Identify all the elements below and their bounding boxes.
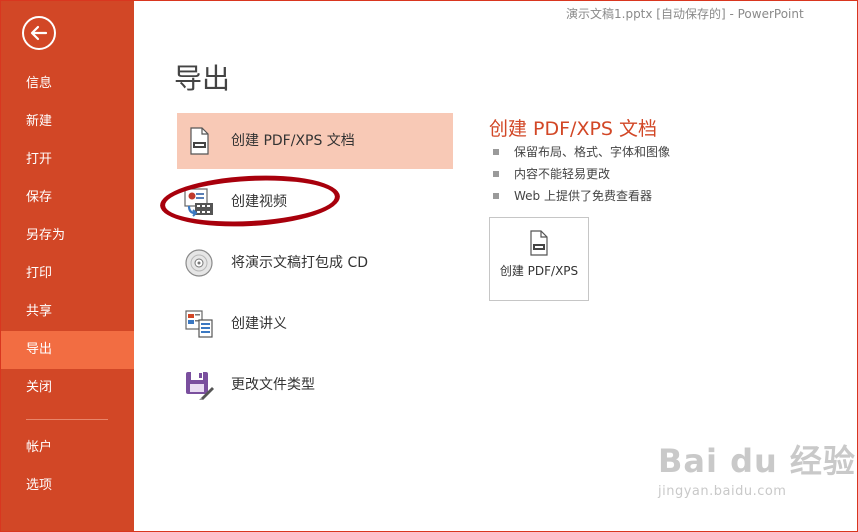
nav-share[interactable]: 共享 [0, 293, 134, 331]
option-create-pdf-xps[interactable]: 创建 PDF/XPS 文档 [177, 113, 453, 169]
option-create-handouts[interactable]: 创建讲义 [177, 296, 453, 352]
cd-icon [185, 249, 213, 277]
back-arrow-icon [30, 25, 48, 41]
nav-options[interactable]: 选项 [0, 467, 134, 505]
option-label: 创建讲义 [231, 316, 287, 332]
create-pdf-xps-button[interactable]: 创建 PDF/XPS [489, 217, 589, 301]
option-label: 将演示文稿打包成 CD [231, 255, 369, 271]
watermark-main: Bai du 经验 [658, 442, 856, 480]
watermark-sub: jingyan.baidu.com [658, 484, 787, 499]
bullet-item: 保留布局、格式、字体和图像 [493, 143, 670, 165]
nav-save[interactable]: 保存 [0, 179, 134, 217]
window-title: 演示文稿1.pptx [自动保存的] - PowerPoint [566, 7, 804, 21]
nav-close[interactable]: 关闭 [0, 369, 134, 407]
sidebar-divider [26, 419, 108, 420]
bullet-item: 内容不能轻易更改 [493, 165, 670, 187]
backstage-sidebar: 信息 新建 打开 保存 另存为 打印 共享 导出 关闭 帐户 选项 [0, 0, 134, 532]
detail-bullets: 保留布局、格式、字体和图像 内容不能轻易更改 Web 上提供了免费查看器 [493, 143, 670, 209]
option-label: 更改文件类型 [231, 377, 315, 393]
option-label: 创建 PDF/XPS 文档 [231, 133, 355, 149]
pdf-document-icon [530, 230, 548, 256]
handout-icon [185, 310, 213, 338]
pdf-document-icon [190, 127, 209, 155]
nav-export[interactable]: 导出 [0, 331, 134, 369]
nav-new[interactable]: 新建 [0, 103, 134, 141]
page-title: 导出 [174, 62, 231, 95]
nav-save-as[interactable]: 另存为 [0, 217, 134, 255]
baidu-watermark: Bai du 经验 jingyan.baidu.com [658, 436, 856, 499]
nav-open[interactable]: 打开 [0, 141, 134, 179]
bullet-item: Web 上提供了免费查看器 [493, 187, 670, 209]
back-button[interactable] [22, 16, 56, 50]
nav-print[interactable]: 打印 [0, 255, 134, 293]
option-change-file-type[interactable]: 更改文件类型 [177, 357, 453, 413]
create-pdf-xps-button-label: 创建 PDF/XPS [499, 264, 579, 278]
save-file-type-icon [186, 372, 214, 400]
nav-account[interactable]: 帐户 [0, 429, 134, 467]
nav-info[interactable]: 信息 [0, 65, 134, 103]
detail-title: 创建 PDF/XPS 文档 [489, 118, 658, 140]
option-package-cd[interactable]: 将演示文稿打包成 CD [177, 235, 453, 291]
